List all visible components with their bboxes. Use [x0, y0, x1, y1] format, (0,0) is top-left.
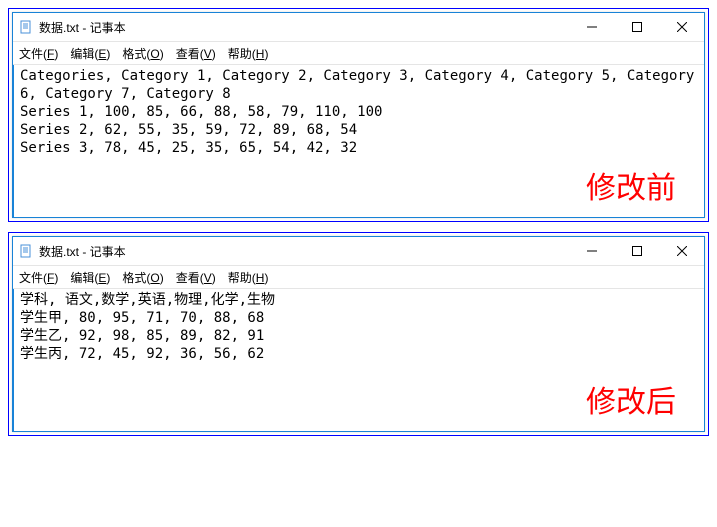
frame-before: 数据.txt - 记事本 文件(F) 编辑(E) 格式(O) 查看(V) 帮助(… — [8, 8, 709, 222]
maximize-button[interactable] — [614, 237, 659, 265]
notepad-icon — [19, 244, 33, 258]
menu-file[interactable]: 文件(F) — [19, 269, 58, 286]
text-area[interactable]: Categories, Category 1, Category 2, Cate… — [13, 65, 704, 217]
notepad-window-before: 数据.txt - 记事本 文件(F) 编辑(E) 格式(O) 查看(V) 帮助(… — [12, 12, 705, 218]
close-button[interactable] — [659, 13, 704, 41]
menubar: 文件(F) 编辑(E) 格式(O) 查看(V) 帮助(H) — [13, 42, 704, 65]
menu-format[interactable]: 格式(O) — [122, 45, 163, 62]
minimize-button[interactable] — [569, 237, 614, 265]
minimize-button[interactable] — [569, 13, 614, 41]
notepad-window-after: 数据.txt - 记事本 文件(F) 编辑(E) 格式(O) 查看(V) 帮助(… — [12, 236, 705, 432]
notepad-icon — [19, 20, 33, 34]
text-area[interactable]: 学科, 语文,数学,英语,物理,化学,生物 学生甲, 80, 95, 71, 7… — [13, 289, 704, 431]
close-button[interactable] — [659, 237, 704, 265]
menu-view[interactable]: 查看(V) — [176, 269, 216, 286]
menu-format[interactable]: 格式(O) — [122, 269, 163, 286]
menu-help[interactable]: 帮助(H) — [228, 45, 269, 62]
menu-help[interactable]: 帮助(H) — [228, 269, 269, 286]
maximize-button[interactable] — [614, 13, 659, 41]
menu-file[interactable]: 文件(F) — [19, 45, 58, 62]
window-title: 数据.txt - 记事本 — [39, 19, 569, 36]
menu-edit[interactable]: 编辑(E) — [70, 269, 110, 286]
menu-edit[interactable]: 编辑(E) — [70, 45, 110, 62]
window-controls — [569, 237, 704, 265]
window-title: 数据.txt - 记事本 — [39, 243, 569, 260]
titlebar[interactable]: 数据.txt - 记事本 — [13, 13, 704, 42]
frame-after: 数据.txt - 记事本 文件(F) 编辑(E) 格式(O) 查看(V) 帮助(… — [8, 232, 709, 436]
menu-view[interactable]: 查看(V) — [176, 45, 216, 62]
window-controls — [569, 13, 704, 41]
titlebar[interactable]: 数据.txt - 记事本 — [13, 237, 704, 266]
menubar: 文件(F) 编辑(E) 格式(O) 查看(V) 帮助(H) — [13, 266, 704, 289]
